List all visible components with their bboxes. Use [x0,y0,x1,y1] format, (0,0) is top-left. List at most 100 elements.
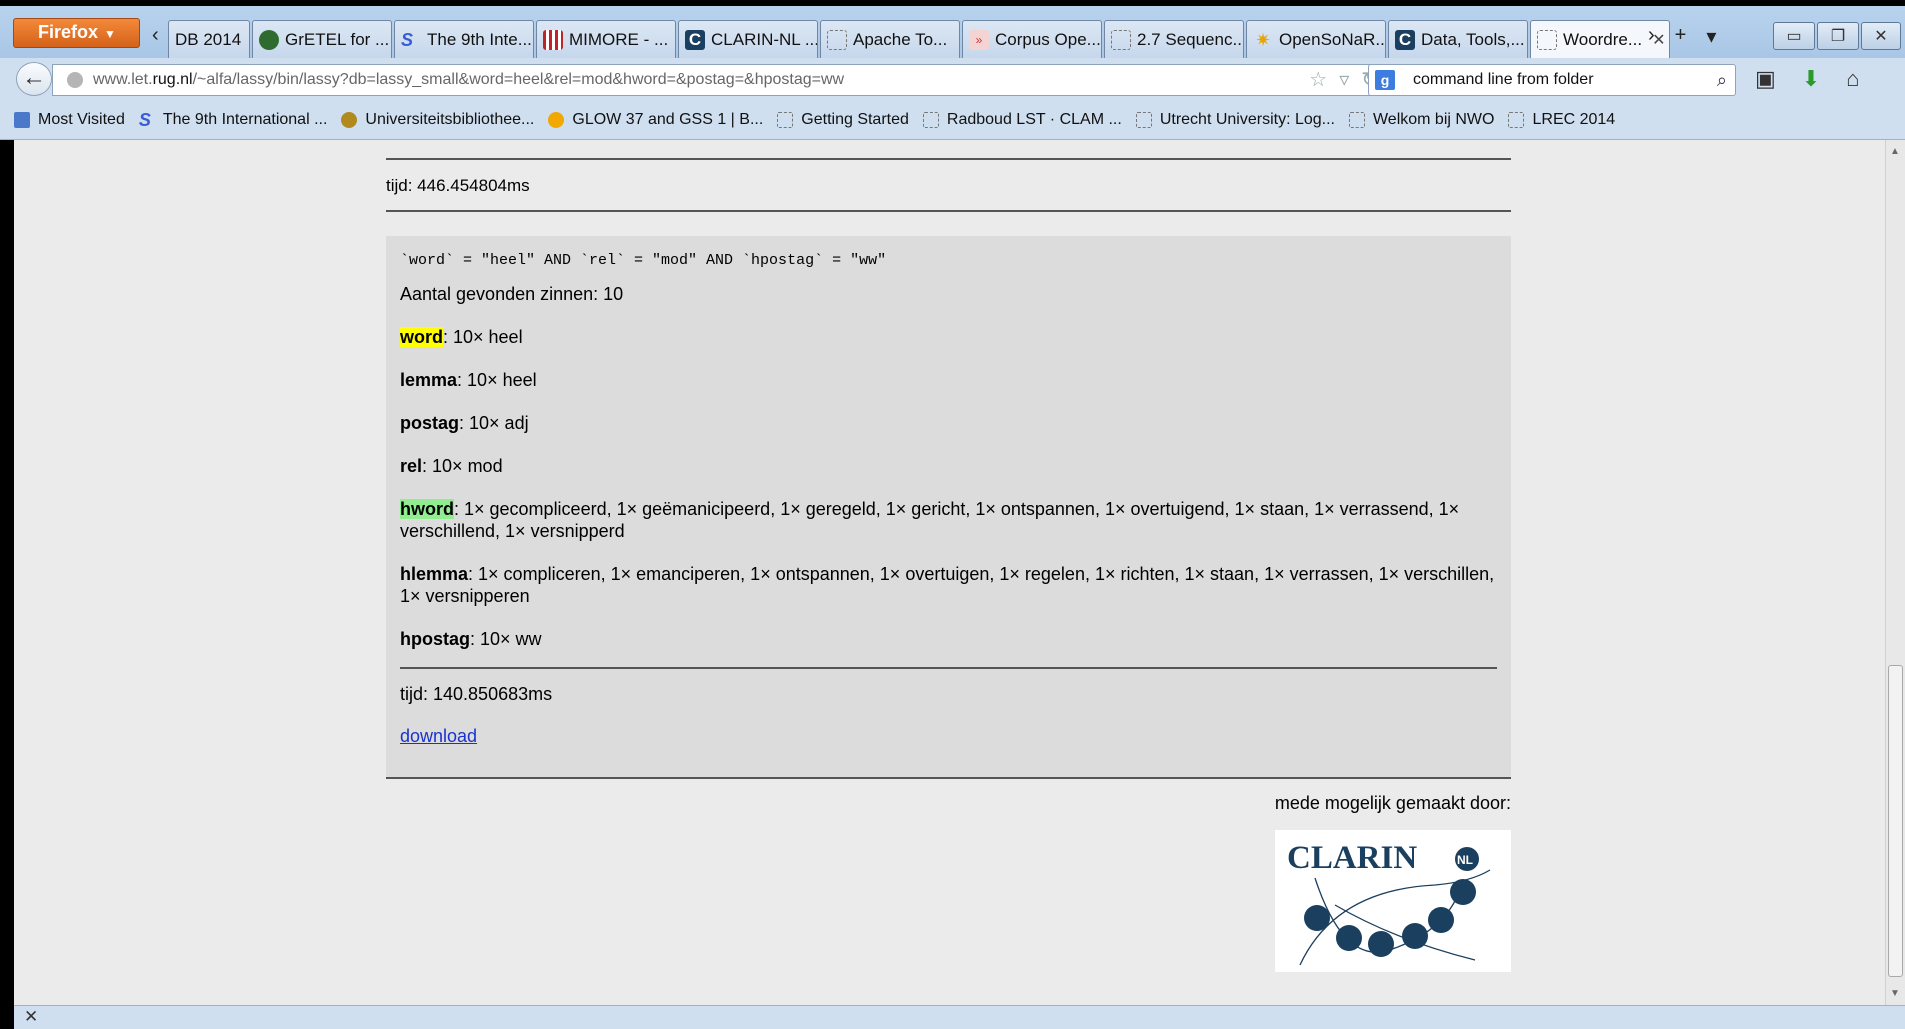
home-icon[interactable]: ⌂ [1846,66,1859,92]
tab-label: CLARIN-NL ... [711,29,818,49]
tab-label: OpenSoNaR... [1279,29,1386,49]
scroll-up-icon[interactable]: ▲ [1890,146,1900,157]
logo-badge: NL [1457,853,1473,867]
blank-page-icon [1537,29,1557,50]
query-time-bottom: tijd: 140.850683ms [400,684,553,704]
attribute-value: : 10× adj [459,413,529,433]
blank-page-icon [1348,111,1365,128]
attribute-row-word: word: 10× heel [400,326,1497,348]
query-time-top: tijd: 446.454804ms [386,176,530,195]
close-window-button[interactable]: ✕ [1861,22,1901,50]
download-link[interactable]: download [400,726,477,746]
clarin-nl-logo[interactable]: CLARIN NL [1275,830,1511,972]
attribute-row-hpostag: hpostag: 10× ww [400,628,1497,650]
pdf-icon: » [969,29,989,50]
attribute-key: hword [400,499,454,519]
tab-scroll-right-icon[interactable]: › [1648,24,1655,49]
bookmark-getting-started[interactable]: Getting Started [777,111,909,129]
attribute-row-postag: postag: 10× adj [400,412,1497,434]
attribute-row-hword: hword: 1× gecompliceerd, 1× geëmanicipee… [400,498,1497,542]
bookmark-most-visited[interactable]: Most Visited [14,111,125,129]
bookmark-label: Universiteitsbibliothee... [365,110,535,128]
blank-page-icon [827,29,847,50]
tab-label: Woordre... [1563,29,1643,49]
scrollbar-thumb[interactable] [1888,665,1903,977]
search-icon[interactable]: ⌕ [1717,65,1727,95]
attribute-key: rel [400,456,423,476]
blank-page-icon [1111,29,1131,50]
bookmarks-menu-icon[interactable]: ▣ [1755,66,1776,92]
tab-corpus-ope[interactable]: » Corpus Ope... [962,20,1102,58]
history-dropdown-icon[interactable]: ▿ [1339,65,1349,95]
scroll-down-icon[interactable]: ▼ [1890,988,1900,999]
vertical-scrollbar[interactable]: ▲ ▼ [1885,140,1905,1005]
divider [386,777,1511,779]
firefox-menu-button[interactable]: Firefox ▼ [13,18,140,48]
logo-text: CLARIN [1287,840,1417,876]
tab-gretel[interactable]: GrETEL for ... [252,20,392,58]
attribute-value: : 10× heel [457,370,537,390]
restore-button[interactable]: ❐ [1817,22,1859,50]
toolbar-buttons: ▣ ⬇ ⌂ [1755,66,1860,92]
tab-label: Data, Tools,... [1421,29,1525,49]
bookmark-label: The 9th International ... [162,110,328,128]
attribute-key: postag [400,413,460,433]
attribute-key: lemma [400,370,458,390]
tab-mimore[interactable]: MIMORE - ... [536,20,676,58]
tab-scroll-left-icon[interactable]: ‹ [152,24,159,47]
tab-data-tools[interactable]: C Data, Tools,... [1388,20,1528,58]
tab-db-2014[interactable]: DB 2014 [168,20,250,58]
attribute-value: : 1× compliceren, 1× emanciperen, 1× ont… [400,564,1495,606]
bookmark-utrecht-university[interactable]: Utrecht University: Log... [1135,111,1335,129]
minimize-button[interactable]: ▭ [1773,22,1815,50]
search-input[interactable]: command line from folder [1413,65,1594,95]
bars-icon [543,29,563,50]
attribute-row-rel: rel: 10× mod [400,455,1497,477]
new-tab-icon[interactable]: + [1675,24,1687,49]
tab-label: MIMORE - ... [569,29,669,49]
tab-apache[interactable]: Apache To... [820,20,960,58]
bookmark-universiteitsbibliotheek[interactable]: Universiteitsbibliothee... [341,111,534,129]
page-viewport: tijd: 446.454804ms `word` = "heel" AND `… [14,140,1885,1005]
list-all-tabs-icon[interactable]: ▾ [1706,24,1716,49]
url-bar[interactable]: www.let.rug.nl/~alfa/lassy/bin/lassy?db=… [52,64,1389,96]
attribute-value: : 10× ww [470,629,542,649]
c-logo-icon: C [685,29,705,50]
bookmarks-toolbar: Most Visited S The 9th International ... … [0,100,1905,140]
bookmark-radboud-clam[interactable]: Radboud LST · CLAM ... [922,111,1122,129]
google-search-engine-icon[interactable]: g [1375,70,1395,90]
bookmark-lrec[interactable]: LREC 2014 [1508,111,1615,129]
blank-page-icon [922,111,939,128]
results-box: `word` = "heel" AND `rel` = "mod" AND `h… [386,236,1511,777]
tree-icon [259,29,279,50]
s-logo-icon: S [401,29,414,50]
bookmark-label: GLOW 37 and GSS 1 | B... [572,110,764,128]
bookmark-9th-international[interactable]: S The 9th International ... [139,111,328,129]
site-identity-icon[interactable] [67,72,83,88]
tab-clarin-nl[interactable]: C CLARIN-NL ... [678,20,818,58]
bookmark-glow[interactable]: GLOW 37 and GSS 1 | B... [548,111,763,129]
search-bar[interactable]: g command line from folder ⌕ [1368,64,1736,96]
tab-sequence[interactable]: 2.7 Sequenc... [1104,20,1244,58]
download-arrow-icon[interactable]: ⬇ [1802,66,1820,92]
blank-page-icon [1135,111,1152,128]
url-domain: rug.nl [152,71,193,88]
result-count: Aantal gevonden zinnen: 10 [400,284,624,304]
star-burst-icon: ✷ [1255,29,1271,50]
bookmark-star-icon[interactable]: ☆ [1309,65,1327,95]
blank-page-icon [1508,111,1525,128]
tabs: DB 2014 GrETEL for ... S The 9th Inte... … [168,20,1672,60]
attribute-value: : 10× heel [443,327,523,347]
tab-label: GrETEL for ... [285,29,390,49]
tab-opensonar[interactable]: ✷ OpenSoNaR... [1246,20,1386,58]
sql-query: `word` = "heel" AND `rel` = "mod" AND `h… [400,252,887,269]
close-add-on-bar-icon[interactable]: ✕ [24,1007,38,1027]
university-seal-icon [341,111,358,128]
bookmark-nwo[interactable]: Welkom bij NWO [1348,111,1494,129]
tab-9th-international[interactable]: S The 9th Inte... [394,20,534,58]
firefox-menu-label: Firefox [38,22,99,42]
attribute-row-lemma: lemma: 10× heel [400,369,1497,391]
divider [400,667,1497,669]
s-logo-icon: S [138,109,151,130]
back-button[interactable]: ← [16,62,52,96]
